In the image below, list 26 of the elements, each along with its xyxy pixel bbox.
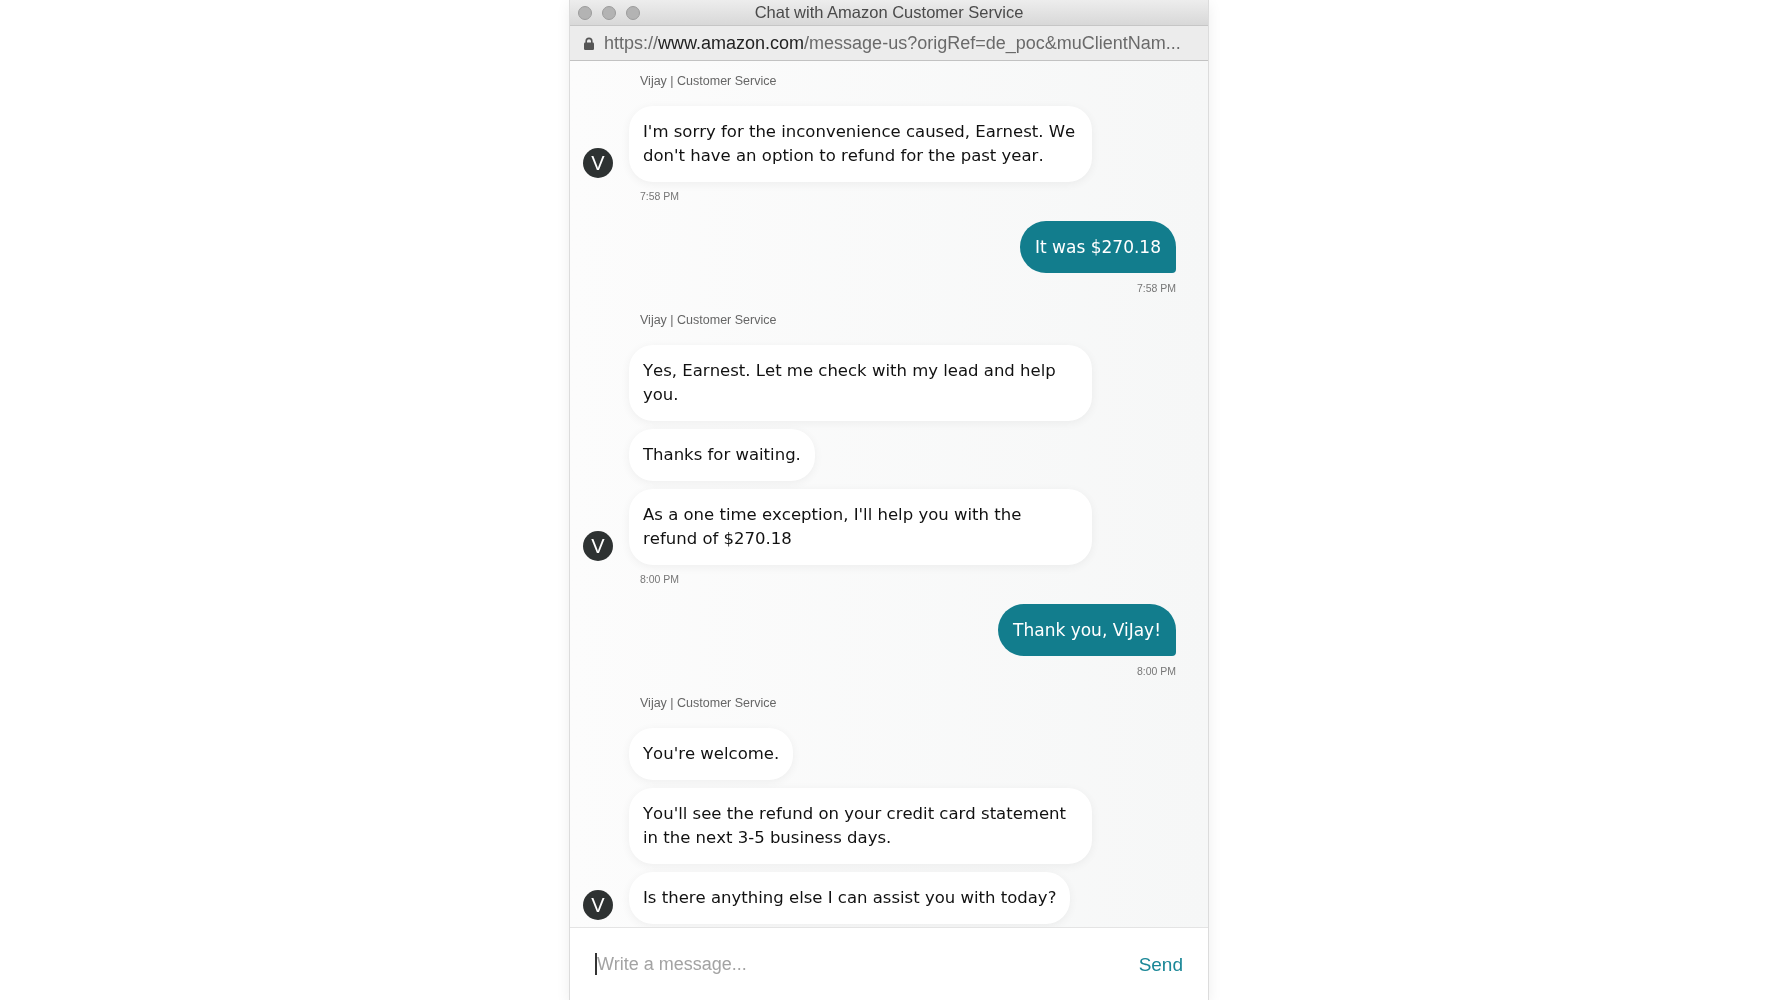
received-message-bubble: As a one time exception, I'll help you with the refund of $270.18 xyxy=(629,489,1092,565)
received-message-bubble: Thanks for waiting. xyxy=(629,429,815,481)
send-button[interactable]: Send xyxy=(1138,952,1183,976)
avatar: V xyxy=(583,531,613,561)
avatar: V xyxy=(583,890,613,920)
sender-name: Vijay | Customer Service xyxy=(640,696,777,711)
minimize-icon[interactable] xyxy=(602,5,616,20)
zoom-icon[interactable] xyxy=(626,5,640,20)
avatar: V xyxy=(583,148,613,178)
received-message-bubble: I'm sorry for the inconvenience caused, Earnest. We don't have an option to refund for the past year. xyxy=(629,106,1092,182)
sent-message-bubble: It was $270.18 xyxy=(1020,221,1176,273)
message-time: 8:00 PM xyxy=(1136,665,1176,678)
message-time: 8:00 PM xyxy=(640,573,680,586)
close-icon[interactable] xyxy=(578,5,592,20)
sender-name: Vijay | Customer Service xyxy=(640,313,777,328)
received-message-bubble: You're welcome. xyxy=(629,728,794,780)
message-input[interactable]: Write a message... xyxy=(597,953,1139,975)
message-time: 7:58 PM xyxy=(1136,282,1176,295)
lock-icon xyxy=(584,36,594,50)
received-message-bubble: Is there anything else I can assist you with today? xyxy=(629,872,1071,924)
message-time: 7:58 PM xyxy=(640,190,680,203)
received-message-bubble: Yes, Earnest. Let me check with my lead and help you. xyxy=(629,345,1092,421)
sent-message-bubble: Thank you, ViJay! xyxy=(998,604,1176,656)
received-message-bubble: You'll see the refund on your credit card statement in the next 3-5 business days. xyxy=(629,788,1092,864)
sender-name: Vijay | Customer Service xyxy=(640,74,777,89)
window-title: Chat with Amazon Customer Service xyxy=(754,3,1024,22)
